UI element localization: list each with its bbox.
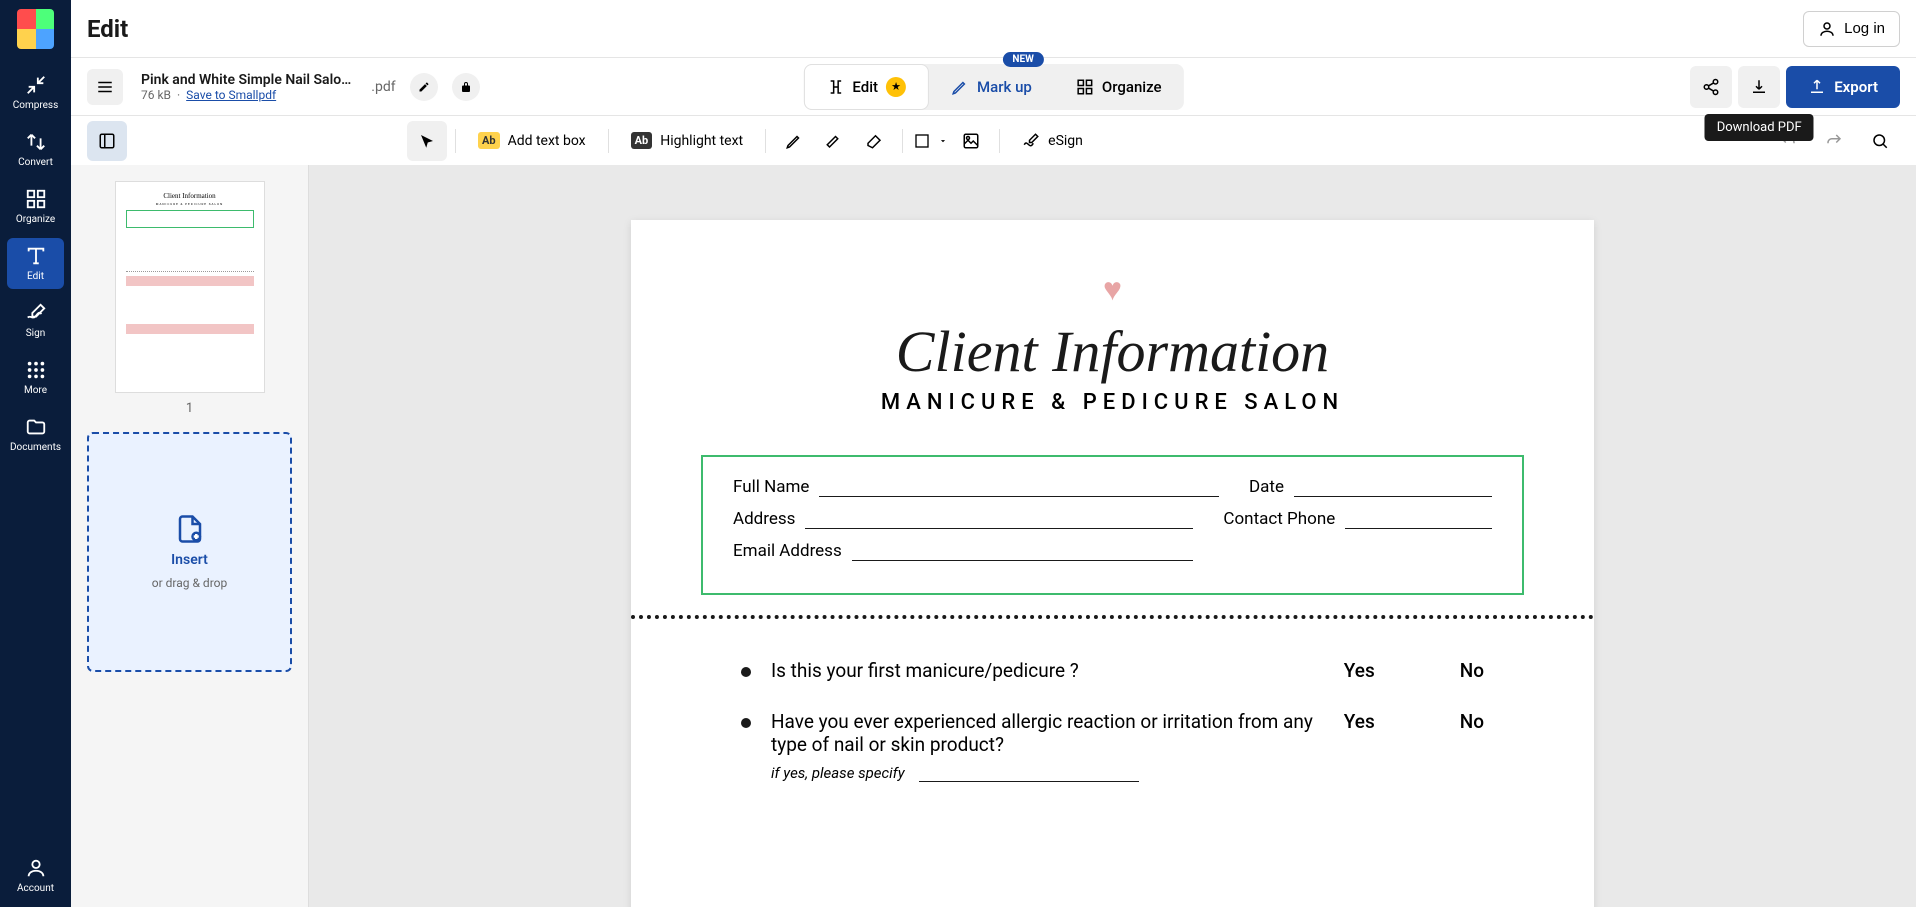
upload-icon xyxy=(1808,78,1826,96)
panel-icon xyxy=(98,132,116,150)
eraser-tool[interactable] xyxy=(854,121,894,161)
image-icon xyxy=(962,132,980,150)
file-size: 76 kB xyxy=(141,88,171,102)
esign-tool[interactable]: eSign xyxy=(1008,121,1097,161)
pen-icon xyxy=(951,78,969,96)
page-title: Edit xyxy=(87,15,128,43)
nav-organize[interactable]: Organize xyxy=(7,181,64,232)
search-button[interactable] xyxy=(1860,121,1900,161)
nav-convert[interactable]: Convert xyxy=(7,124,64,175)
convert-icon xyxy=(25,131,47,153)
menu-icon xyxy=(96,78,114,96)
pdf-page: ♥ Client Information MANICURE & PEDICURE… xyxy=(631,220,1594,907)
panel-toggle[interactable] xyxy=(87,121,127,161)
text-cursor-icon xyxy=(826,78,844,96)
cursor-icon xyxy=(418,132,436,150)
tab-markup[interactable]: NEW Mark up xyxy=(929,64,1054,110)
save-link[interactable]: Save to Smallpdf xyxy=(186,88,276,102)
organize-icon xyxy=(25,188,47,210)
nav-sign[interactable]: Sign xyxy=(7,295,64,346)
question-1: Is this your first manicure/pedicure ? xyxy=(771,659,1344,682)
file-extension: .pdf xyxy=(371,79,395,95)
tab-organize[interactable]: Organize xyxy=(1054,64,1184,110)
highlight-tool[interactable]: Ab Highlight text xyxy=(617,121,758,161)
download-button[interactable]: Download PDF xyxy=(1738,66,1780,108)
pencil-icon xyxy=(785,132,803,150)
sign-icon xyxy=(25,302,47,324)
grid-icon xyxy=(1076,78,1094,96)
marker-tool[interactable] xyxy=(814,121,854,161)
folder-icon xyxy=(25,416,47,438)
file-name: Pink and White Simple Nail Salo… xyxy=(141,72,351,88)
doc-subtitle: MANICURE & PEDICURE SALON xyxy=(881,390,1344,415)
rename-button[interactable] xyxy=(410,73,438,101)
redo-button[interactable] xyxy=(1814,121,1854,161)
image-tool[interactable] xyxy=(951,121,991,161)
client-info-box: Full Name Date Address Contact Phone Ema… xyxy=(701,455,1524,595)
tab-edit[interactable]: Edit ★ xyxy=(803,64,929,110)
edit-text-icon xyxy=(25,245,47,267)
redo-icon xyxy=(1825,132,1843,150)
star-badge: ★ xyxy=(886,77,906,97)
hamburger-menu[interactable] xyxy=(87,69,123,105)
shape-tool[interactable] xyxy=(911,121,951,161)
nav-compress[interactable]: Compress xyxy=(7,67,64,118)
chevron-down-icon xyxy=(938,136,948,146)
share-icon xyxy=(1702,78,1720,96)
download-tooltip: Download PDF xyxy=(1705,114,1814,141)
eraser-icon xyxy=(865,132,883,150)
add-text-tool[interactable]: Ab Add text box xyxy=(464,121,600,161)
signature-icon xyxy=(1022,132,1040,150)
highlight-badge-icon: Ab xyxy=(631,132,653,149)
select-tool[interactable] xyxy=(407,121,447,161)
nav-more[interactable]: More xyxy=(7,352,64,403)
share-button[interactable] xyxy=(1690,66,1732,108)
thumb-page-number: 1 xyxy=(186,401,193,416)
login-button[interactable]: Log in xyxy=(1803,11,1900,47)
nav-documents[interactable]: Documents xyxy=(7,409,64,460)
user-icon xyxy=(1818,20,1836,38)
pencil-icon xyxy=(418,81,430,93)
compress-icon xyxy=(25,74,47,96)
download-icon xyxy=(1750,78,1768,96)
insert-page-zone[interactable]: Insert or drag & drop xyxy=(87,432,292,672)
add-file-icon xyxy=(175,514,205,544)
new-badge: NEW xyxy=(1002,52,1043,67)
marker-icon xyxy=(825,132,843,150)
smallpdf-logo[interactable] xyxy=(17,9,54,49)
user-icon xyxy=(25,857,47,879)
lock-button[interactable] xyxy=(452,73,480,101)
nav-edit[interactable]: Edit xyxy=(7,238,64,289)
page-thumbnail-1[interactable]: Client Information MANICURE & PEDICURE S… xyxy=(115,181,265,393)
pen-tool[interactable] xyxy=(774,121,814,161)
question-2: Have you ever experienced allergic react… xyxy=(771,710,1344,782)
export-button[interactable]: Export xyxy=(1786,66,1900,108)
page-canvas[interactable]: ♥ Client Information MANICURE & PEDICURE… xyxy=(309,165,1916,907)
ab-icon: Ab xyxy=(478,132,500,149)
doc-title: Client Information xyxy=(896,318,1329,385)
grid-icon xyxy=(25,359,47,381)
heart-icon: ♥ xyxy=(1103,270,1122,308)
nav-account[interactable]: Account xyxy=(7,850,64,901)
lock-icon xyxy=(460,81,472,93)
square-icon xyxy=(914,133,930,149)
search-icon xyxy=(1871,132,1889,150)
